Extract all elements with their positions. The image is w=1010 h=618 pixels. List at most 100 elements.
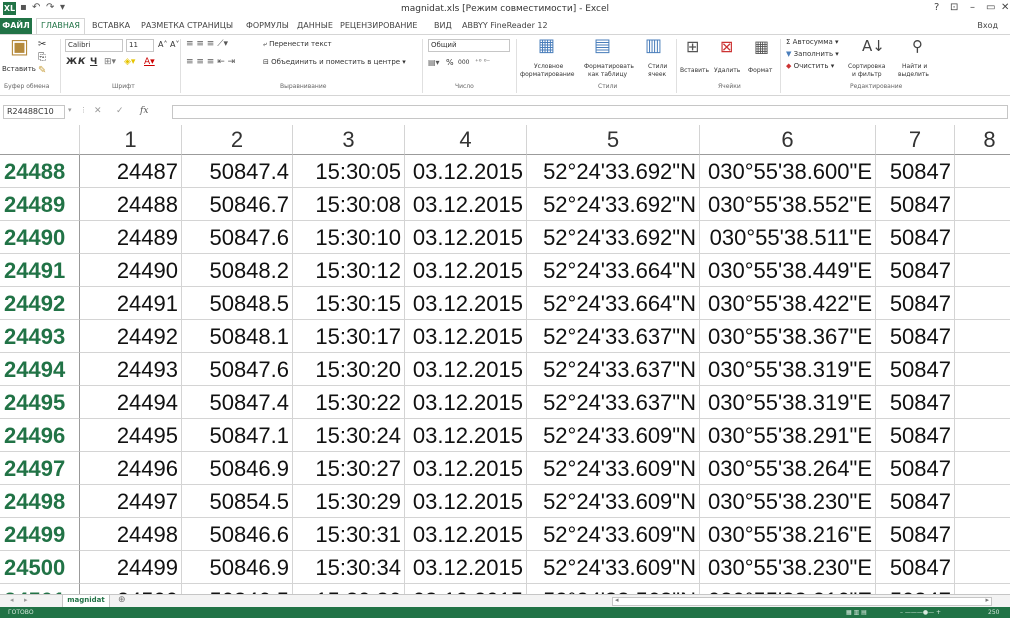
- row-header[interactable]: 24491: [0, 254, 80, 287]
- table-cell[interactable]: 03.12.2015: [405, 485, 527, 518]
- tab-view[interactable]: ВИД: [434, 21, 452, 30]
- table-cell[interactable]: [955, 485, 1010, 518]
- close-button[interactable]: ✕: [1001, 2, 1009, 13]
- enter-formula-button[interactable]: ✓: [116, 106, 124, 116]
- row-header[interactable]: 24493: [0, 320, 80, 353]
- conditional-formatting-icon[interactable]: ▦: [538, 37, 555, 55]
- scroll-right-icon[interactable]: ▸: [985, 596, 989, 604]
- table-cell[interactable]: 50847: [876, 155, 955, 188]
- row-header[interactable]: 24496: [0, 419, 80, 452]
- font-grow-shrink-icon[interactable]: A˄ A˅: [158, 40, 180, 49]
- table-cell[interactable]: 15:30:05: [293, 155, 405, 188]
- tab-home[interactable]: ГЛАВНАЯ: [36, 18, 85, 34]
- merge-center-button[interactable]: ⊟ Объединить и поместить в центре ▾: [263, 58, 406, 66]
- table-cell[interactable]: 030°55'38.552"E: [700, 188, 876, 221]
- table-cell[interactable]: 030°55'38.511"E: [700, 221, 876, 254]
- table-cell[interactable]: 03.12.2015: [405, 320, 527, 353]
- clear-button[interactable]: ◆ Очистить ▾: [786, 62, 834, 70]
- row-header[interactable]: 24494: [0, 353, 80, 386]
- table-cell[interactable]: 52°24'33.664"N: [527, 287, 700, 320]
- table-cell[interactable]: 030°55'38.230"E: [700, 485, 876, 518]
- table-cell[interactable]: 24494: [80, 386, 182, 419]
- tab-file[interactable]: ФАЙЛ: [0, 18, 32, 34]
- row-header[interactable]: 24489: [0, 188, 80, 221]
- currency-icon[interactable]: ▤▾: [428, 58, 440, 67]
- table-cell[interactable]: 50847.4: [182, 386, 293, 419]
- table-cell[interactable]: 24496: [80, 452, 182, 485]
- row-header[interactable]: 24495: [0, 386, 80, 419]
- horizontal-scrollbar[interactable]: ◂ ▸: [612, 596, 992, 606]
- wrap-text-button[interactable]: ⤶ Перенести текст: [263, 40, 332, 49]
- table-cell[interactable]: 52°24'33.664"N: [527, 254, 700, 287]
- table-cell[interactable]: 15:30:24: [293, 419, 405, 452]
- sort-filter-label-2[interactable]: и фильтр: [852, 71, 882, 78]
- tab-review[interactable]: РЕЦЕНЗИРОВАНИЕ: [340, 21, 417, 30]
- table-cell[interactable]: [955, 419, 1010, 452]
- conditional-formatting-label-1[interactable]: Условное: [534, 63, 563, 70]
- tab-page-layout[interactable]: РАЗМЕТКА СТРАНИЦЫ: [141, 21, 233, 30]
- fill-button[interactable]: ▼ Заполнить ▾: [786, 50, 839, 58]
- table-cell[interactable]: [955, 518, 1010, 551]
- column-header[interactable]: 1: [80, 125, 182, 155]
- table-cell[interactable]: 50848.2: [182, 254, 293, 287]
- insert-function-button[interactable]: fx: [140, 106, 148, 116]
- table-cell[interactable]: 50847.4: [182, 155, 293, 188]
- table-cell[interactable]: [955, 452, 1010, 485]
- table-cell[interactable]: 50846.6: [182, 518, 293, 551]
- format-cells-button[interactable]: Формат: [748, 67, 772, 74]
- format-as-table-label-2[interactable]: как таблицу: [588, 71, 627, 78]
- autosum-button[interactable]: Σ Автосумма ▾: [786, 38, 839, 46]
- table-cell[interactable]: [955, 551, 1010, 584]
- table-cell[interactable]: 030°55'38.216"E: [700, 518, 876, 551]
- row-header[interactable]: 24498: [0, 485, 80, 518]
- sort-filter-label-1[interactable]: Сортировка: [848, 63, 885, 70]
- sheet-nav-next-icon[interactable]: ▸: [24, 596, 28, 604]
- fill-color-icon[interactable]: ◈▾: [124, 57, 135, 67]
- table-cell[interactable]: 50847.1: [182, 419, 293, 452]
- column-header[interactable]: 3: [293, 125, 405, 155]
- table-cell[interactable]: 15:30:20: [293, 353, 405, 386]
- table-cell[interactable]: 15:30:31: [293, 518, 405, 551]
- table-cell[interactable]: 03.12.2015: [405, 551, 527, 584]
- row-header[interactable]: 24490: [0, 221, 80, 254]
- table-cell[interactable]: 52°24'33.692"N: [527, 188, 700, 221]
- table-cell[interactable]: 24489: [80, 221, 182, 254]
- find-select-label-2[interactable]: выделить: [898, 71, 929, 78]
- font-color-icon[interactable]: A▾: [144, 57, 155, 67]
- insert-cells-icon[interactable]: ⊞: [686, 39, 699, 55]
- cell-styles-label-2[interactable]: ячеек: [648, 71, 666, 78]
- table-cell[interactable]: 15:30:22: [293, 386, 405, 419]
- ribbon-display-options-button[interactable]: ⊡: [950, 2, 958, 13]
- decimal-buttons[interactable]: ⁺⁰ ⁰⁻: [475, 58, 490, 66]
- table-cell[interactable]: 030°55'38.367"E: [700, 320, 876, 353]
- table-cell[interactable]: 24495: [80, 419, 182, 452]
- table-cell[interactable]: 03.12.2015: [405, 287, 527, 320]
- table-cell[interactable]: [955, 221, 1010, 254]
- table-cell[interactable]: 50847: [876, 551, 955, 584]
- table-cell[interactable]: 52°24'33.692"N: [527, 155, 700, 188]
- table-cell[interactable]: 50847: [876, 188, 955, 221]
- table-cell[interactable]: 24488: [80, 188, 182, 221]
- underline-button[interactable]: Ч: [90, 57, 97, 67]
- font-size-select[interactable]: 11: [126, 39, 154, 52]
- table-cell[interactable]: 50847: [876, 254, 955, 287]
- table-cell[interactable]: 50847: [876, 287, 955, 320]
- table-cell[interactable]: 15:30:10: [293, 221, 405, 254]
- table-cell[interactable]: 03.12.2015: [405, 353, 527, 386]
- table-cell[interactable]: 52°24'33.692"N: [527, 221, 700, 254]
- tab-data[interactable]: ДАННЫЕ: [297, 21, 333, 30]
- cancel-formula-button[interactable]: ✕: [94, 106, 102, 116]
- table-cell[interactable]: 15:30:15: [293, 287, 405, 320]
- paste-button[interactable]: Вставить: [2, 65, 36, 73]
- table-cell[interactable]: 52°24'33.609"N: [527, 551, 700, 584]
- table-cell[interactable]: 15:30:08: [293, 188, 405, 221]
- table-cell[interactable]: 50846.9: [182, 452, 293, 485]
- table-cell[interactable]: 50847: [876, 518, 955, 551]
- bold-button[interactable]: Ж: [66, 57, 77, 67]
- table-cell[interactable]: 50848.5: [182, 287, 293, 320]
- conditional-formatting-label-2[interactable]: форматирование: [520, 71, 574, 78]
- tab-abbyy[interactable]: ABBYY FineReader 12: [462, 21, 548, 30]
- table-cell[interactable]: 03.12.2015: [405, 386, 527, 419]
- table-cell[interactable]: 52°24'33.637"N: [527, 353, 700, 386]
- view-buttons[interactable]: ▦ ▥ ▤: [846, 607, 867, 618]
